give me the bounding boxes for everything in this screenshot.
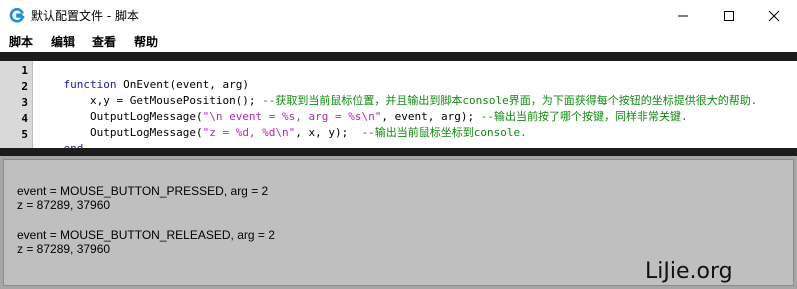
menu-script[interactable]: 脚本 [9, 35, 33, 50]
menu-help[interactable]: 帮助 [134, 35, 158, 50]
code-token: , x, y); [295, 126, 362, 139]
line-number: 4 [21, 112, 28, 125]
maximize-icon [724, 11, 734, 21]
code-token: OutputLogMessage( [63, 126, 203, 139]
watermark: LiJie.org [645, 259, 733, 284]
string-token: "z = %d, %d\n" [202, 126, 296, 139]
line-number-gutter: 1 2 3 4 5 [0, 61, 33, 148]
close-button[interactable] [751, 0, 797, 32]
window-title: 默认配置文件 - 脚本 [31, 9, 139, 23]
editor-splitter[interactable] [0, 148, 797, 156]
menu-view[interactable]: 查看 [92, 35, 116, 50]
console-line: z = 87289, 37960 [17, 198, 111, 212]
line-number: 2 [21, 80, 28, 93]
console-line: z = 87289, 37960 [17, 242, 111, 256]
minimize-icon [678, 15, 688, 17]
console-output[interactable]: event = MOUSE_BUTTON_PRESSED, arg = 2 z … [3, 159, 794, 286]
script-editor[interactable]: 1 2 3 4 5 function OnEvent(event, arg) x… [0, 61, 797, 155]
line-number: 1 [21, 64, 28, 77]
console-panel: event = MOUSE_BUTTON_PRESSED, arg = 2 z … [0, 156, 797, 289]
close-icon [768, 10, 780, 22]
console-line: event = MOUSE_BUTTON_RELEASED, arg = 2 [17, 228, 275, 242]
title-bar: 默认配置文件 - 脚本 [0, 0, 797, 32]
minimize-button[interactable] [660, 0, 706, 32]
line-number: 3 [21, 96, 28, 109]
menu-bar: 脚本 编辑 查看 帮助 [0, 32, 797, 52]
logitech-g-icon [9, 7, 25, 24]
editor-top-border [0, 52, 797, 61]
console-line: event = MOUSE_BUTTON_PRESSED, arg = 2 [17, 184, 269, 198]
line-number: 5 [21, 128, 28, 141]
comment-token: --输出当前鼠标坐标到console. [361, 126, 527, 139]
maximize-button[interactable] [706, 0, 752, 32]
menu-edit[interactable]: 编辑 [51, 35, 75, 50]
